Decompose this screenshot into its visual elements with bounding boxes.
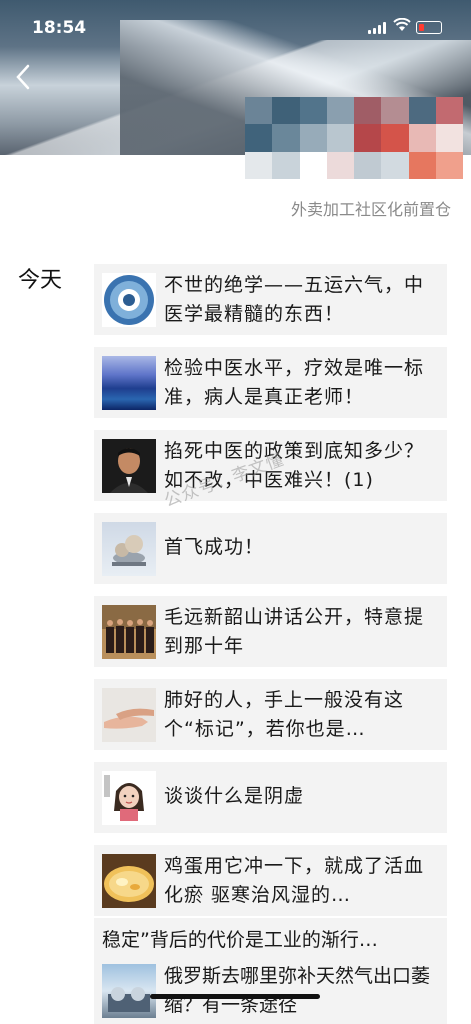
article-thumbnail — [102, 854, 156, 908]
article-card[interactable]: 毛远新韶山讲话公开，特意提到那十年 — [94, 596, 447, 667]
article-card[interactable]: 不世的绝学——五运六气，中医学最精髓的东西！ — [94, 264, 447, 335]
chevron-left-icon — [16, 64, 30, 90]
article-card[interactable]: 首飞成功！ — [94, 513, 447, 584]
article-thumbnail — [102, 771, 156, 825]
article-thumbnail — [102, 522, 156, 576]
article-card-partial[interactable]: 稳定”背后的代价是工业的渐行… 俄罗斯去哪里弥补天然气出口萎缩？有一条途径 — [94, 918, 447, 1024]
article-card[interactable]: 谈谈什么是阴虚 — [94, 762, 447, 833]
home-indicator[interactable] — [150, 994, 320, 999]
signal-icon — [368, 22, 386, 34]
article-title: 检验中医水平，疗效是唯一标准，病人是真正老师！ — [164, 357, 425, 408]
article-continuation-text: 稳定”背后的代价是工业的渐行… — [102, 929, 378, 951]
battery-icon — [416, 21, 442, 34]
article-thumbnail — [102, 273, 156, 327]
article-thumbnail — [102, 688, 156, 742]
article-thumbnail — [102, 439, 156, 493]
article-card[interactable]: 鸡蛋用它冲一下，就成了活血化瘀 驱寒治风湿的… — [94, 845, 447, 916]
article-title: 谈谈什么是阴虚 — [164, 785, 305, 807]
article-thumbnail — [102, 356, 156, 410]
article-title: 俄罗斯去哪里弥补天然气出口萎缩？有一条途径 — [164, 965, 431, 1016]
article-title: 鸡蛋用它冲一下，就成了活血化瘀 驱寒治风湿的… — [164, 855, 425, 906]
back-button[interactable] — [12, 62, 38, 96]
article-thumbnail — [102, 964, 156, 1018]
day-label: 今天 — [18, 268, 63, 293]
article-title: 首飞成功！ — [164, 536, 265, 558]
avatar-mosaic — [245, 97, 463, 179]
status-time: 18:54 — [32, 18, 87, 38]
status-bar: 18:54 — [0, 0, 471, 52]
article-thumbnail — [102, 605, 156, 659]
article-card[interactable]: 肺好的人，手上一般没有这个“标记”，若你也是… — [94, 679, 447, 750]
article-title: 不世的绝学——五运六气，中医学最精髓的东西！ — [164, 274, 425, 325]
wifi-icon — [393, 17, 411, 36]
account-tagline: 外卖加工社区化前置仓 — [290, 200, 451, 219]
article-title: 毛远新韶山讲话公开，特意提到那十年 — [164, 606, 425, 657]
article-card[interactable]: 检验中医水平，疗效是唯一标准，病人是真正老师！ — [94, 347, 447, 418]
article-title: 肺好的人，手上一般没有这个“标记”，若你也是… — [164, 689, 405, 740]
